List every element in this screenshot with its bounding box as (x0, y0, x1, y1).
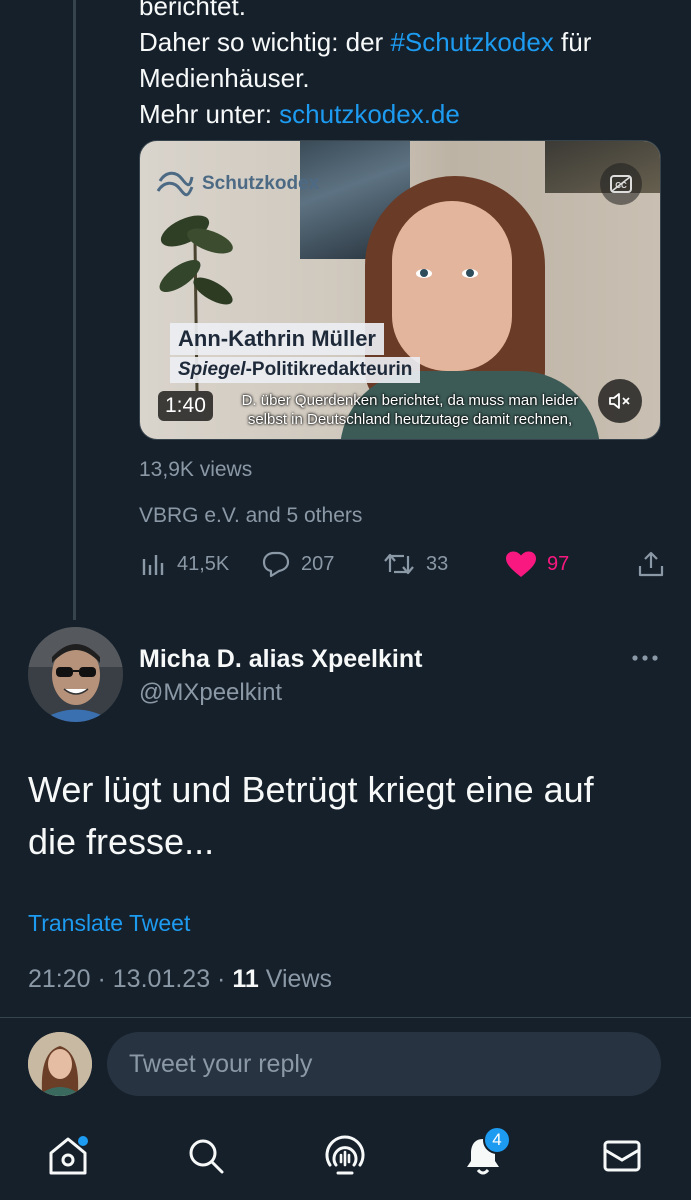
tweet-actions: 41,5K 207 33 97 (139, 546, 669, 582)
analytics-icon (142, 555, 164, 575)
divider (0, 1017, 691, 1018)
bottom-tab-bar: 4 (0, 1112, 691, 1200)
captions-icon: CC (610, 175, 632, 193)
author-avatar-image (28, 627, 123, 722)
author-handle[interactable]: @MXpeelkint (139, 679, 282, 707)
meta-separator: · (90, 965, 113, 993)
translate-tweet-link[interactable]: Translate Tweet (28, 910, 190, 937)
heart-icon (506, 551, 536, 577)
reply-text-line: Wer lügt und Betrügt kriegt eine auf (28, 769, 594, 810)
tweet-meta: 21:20 · 13.01.23 · 11 Views (28, 965, 332, 994)
tab-search[interactable] (182, 1132, 230, 1180)
tweet-text-segment: für (553, 27, 592, 57)
tweet-text-segment: Mehr unter: (139, 99, 280, 129)
video-brand: Schutzkodex (156, 167, 319, 201)
tweet-text-line-2: Daher so wichtig: der #Schutzkodex für (139, 24, 679, 60)
my-avatar-image (28, 1032, 92, 1096)
retweet-icon (384, 553, 414, 575)
previous-tweet-text: berichtet. Daher so wichtig: der #Schutz… (139, 0, 679, 132)
author-name[interactable]: Micha D. alias Xpeelkint (139, 645, 422, 674)
muted-speaker-icon (609, 393, 630, 409)
schutzkodex-logo-icon (156, 171, 194, 197)
mute-button[interactable] (598, 379, 642, 423)
home-new-dot (78, 1136, 88, 1146)
spaces-icon (325, 1135, 365, 1175)
reply-button[interactable]: 207 (261, 546, 334, 582)
views-label: Views (265, 965, 332, 993)
thread-line (73, 0, 76, 620)
liked-by[interactable]: VBRG e.V. and 5 others (139, 504, 362, 528)
brand-label: Schutzkodex (202, 173, 320, 194)
search-icon (189, 1139, 224, 1174)
hashtag-link[interactable]: #Schutzkodex (390, 27, 553, 57)
video-views: 13,9K views (139, 458, 253, 481)
role-italic: Spiegel (178, 359, 246, 380)
video-duration: 1:40 (158, 391, 213, 421)
tweet-text-line-3: Medienhäuser. (139, 63, 310, 93)
reply-tweet-text: Wer lügt und Betrügt kriegt eine auf die… (28, 764, 668, 868)
subtitle-line: D. über Querdenken berichtet, da muss ma… (241, 392, 579, 409)
captions-button[interactable]: CC (600, 163, 642, 205)
retweet-button[interactable]: 33 (382, 546, 448, 582)
reply-text-line: die fresse... (28, 821, 215, 862)
tab-spaces[interactable] (321, 1132, 369, 1180)
tab-messages[interactable] (598, 1132, 646, 1180)
tweet-text-segment: Daher so wichtig: der (139, 27, 391, 57)
like-count: 97 (547, 552, 570, 575)
analytics-button[interactable]: 41,5K (141, 546, 229, 582)
retweet-count: 33 (426, 552, 449, 575)
lower-third-role: Spiegel-Politikredakteurin (170, 357, 421, 383)
reply-composer (0, 1030, 691, 1100)
tweet-text-line-4: Mehr unter: schutzkodex.de (139, 96, 679, 132)
more-options-icon[interactable] (630, 653, 660, 663)
analytics-count: 41,5K (177, 552, 230, 575)
reply-count: 207 (301, 552, 335, 575)
reply-icon (262, 551, 290, 578)
subtitle-line: selbst in Deutschland heutzutage damit r… (247, 411, 573, 428)
author-avatar[interactable] (28, 627, 123, 722)
like-button[interactable]: 97 (505, 546, 569, 582)
video-subtitle: D. über Querdenken berichtet, da muss ma… (210, 391, 610, 429)
tweet-text-line-1: berichtet. (139, 0, 246, 21)
lower-third: Ann-Kathrin Müller Spiegel-Politikredakt… (170, 323, 421, 383)
tweet-date: 13.01.23 (112, 965, 211, 993)
role-rest: -Politikredakteurin (245, 359, 413, 380)
reply-tweet-header: Micha D. alias Xpeelkint @MXpeelkint (0, 625, 691, 725)
messages-icon (603, 1140, 641, 1172)
meta-separator: · (210, 965, 233, 993)
reply-input[interactable] (107, 1032, 661, 1096)
lower-third-name: Ann-Kathrin Müller (170, 323, 384, 355)
tweet-time: 21:20 (28, 965, 91, 993)
speaker-eye (462, 269, 478, 278)
share-icon (638, 551, 664, 577)
speaker-eye (416, 269, 432, 278)
tab-home[interactable] (44, 1132, 92, 1180)
external-link[interactable]: schutzkodex.de (279, 99, 460, 129)
notifications-badge: 4 (483, 1126, 511, 1154)
svg-text:CC: CC (615, 181, 627, 190)
video-player[interactable]: Schutzkodex CC Ann-Kathrin Müller Spiege… (139, 140, 661, 440)
share-button[interactable] (637, 546, 665, 582)
views-count: 11 (232, 965, 259, 993)
tab-notifications[interactable]: 4 (459, 1126, 511, 1180)
my-avatar[interactable] (28, 1032, 92, 1096)
